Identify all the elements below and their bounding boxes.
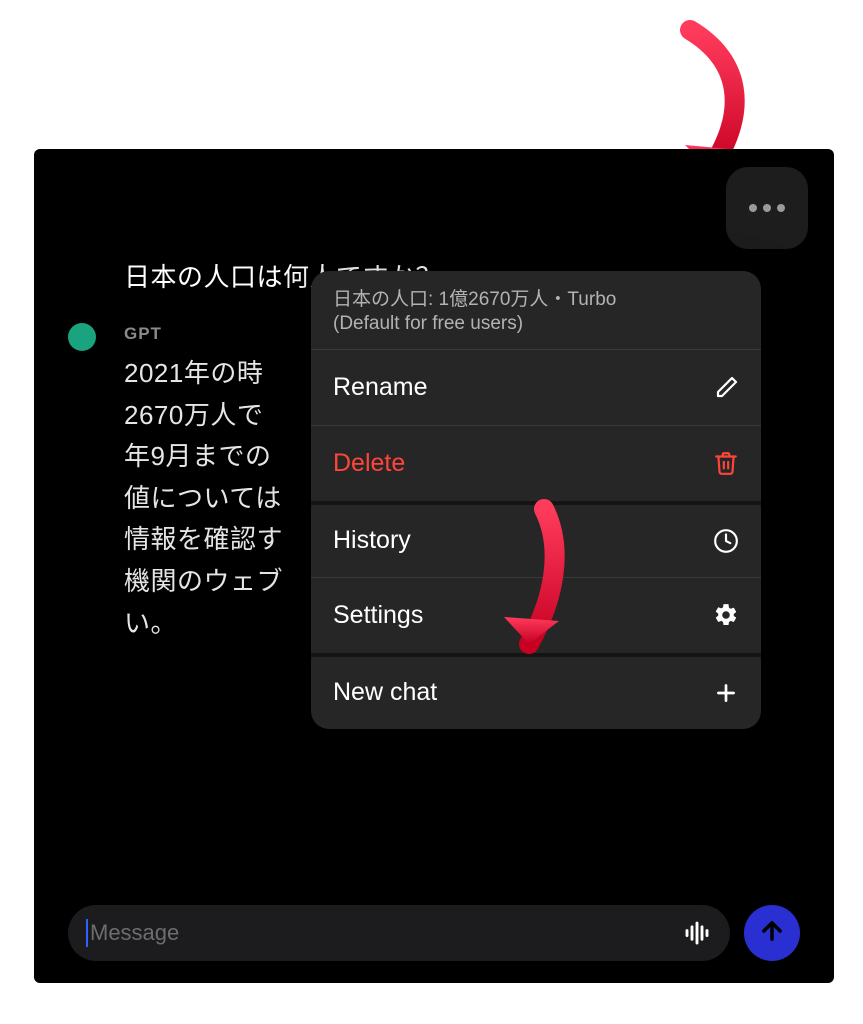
menu-label-settings: Settings bbox=[333, 601, 423, 630]
menu-item-history[interactable]: History bbox=[311, 501, 761, 577]
gear-icon bbox=[713, 602, 739, 628]
menu-item-delete[interactable]: Delete bbox=[311, 425, 761, 501]
message-input[interactable] bbox=[90, 920, 682, 946]
assistant-avatar bbox=[68, 323, 96, 351]
more-menu-button[interactable] bbox=[726, 167, 808, 249]
pencil-icon bbox=[715, 375, 739, 399]
message-composer[interactable] bbox=[68, 905, 730, 961]
context-menu-title: 日本の人口: 1億2670万人・Turbo bbox=[333, 287, 739, 313]
menu-item-new-chat[interactable]: New chat bbox=[311, 653, 761, 729]
menu-label-rename: Rename bbox=[333, 373, 428, 402]
menu-label-new-chat: New chat bbox=[333, 678, 437, 707]
trash-icon bbox=[713, 450, 739, 476]
assistant-label: GPT bbox=[124, 324, 162, 344]
menu-label-history: History bbox=[333, 526, 411, 555]
audio-waveform-icon[interactable] bbox=[682, 918, 712, 948]
context-menu-header: 日本の人口: 1億2670万人・Turbo (Default for free … bbox=[311, 271, 761, 349]
context-menu-subtitle: (Default for free users) bbox=[333, 313, 739, 335]
app-window: 日本の人口は何人ですか？ GPT 2021年の時 2670万人で 年9月までの … bbox=[34, 149, 834, 983]
menu-item-settings[interactable]: Settings bbox=[311, 577, 761, 653]
context-menu: 日本の人口: 1億2670万人・Turbo (Default for free … bbox=[311, 271, 761, 729]
clock-icon bbox=[713, 528, 739, 554]
more-icon bbox=[749, 204, 785, 212]
plus-icon bbox=[713, 680, 739, 706]
menu-item-rename[interactable]: Rename bbox=[311, 349, 761, 425]
send-button[interactable] bbox=[744, 905, 800, 961]
menu-label-delete: Delete bbox=[333, 449, 405, 478]
arrow-up-icon bbox=[758, 917, 786, 950]
text-caret bbox=[86, 919, 88, 947]
